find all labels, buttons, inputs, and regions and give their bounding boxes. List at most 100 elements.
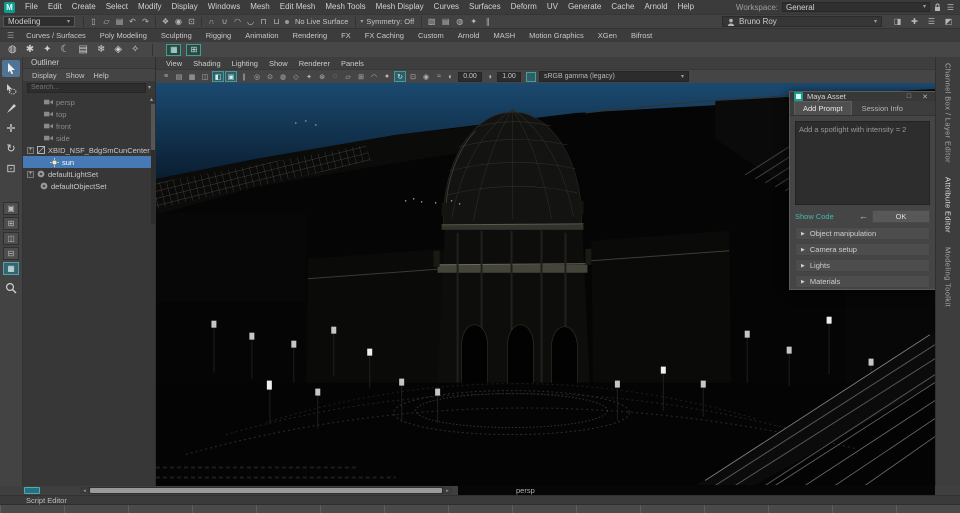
lasso-tool-button[interactable] [2, 80, 20, 97]
shelf-tab[interactable]: FX [334, 31, 358, 40]
shelf-menu-icon[interactable]: ☰ [2, 31, 19, 40]
paint-select-tool-button[interactable] [2, 100, 20, 117]
no-live-surface-button[interactable]: No Live Surface [292, 17, 351, 26]
signed-in-user-dropdown[interactable]: Bruno Roy ▾ [722, 16, 882, 27]
shelf-tab[interactable]: Sculpting [154, 31, 199, 40]
collapsible-section[interactable]: ▶ Lights [795, 259, 930, 272]
snap-icon[interactable]: ◠ [232, 16, 243, 27]
outliner-menu-item[interactable]: Help [89, 71, 112, 80]
viewport-toolbar-icon[interactable]: ◫ [199, 71, 211, 82]
search-input[interactable] [27, 83, 146, 93]
viewport-toolbar-icon[interactable]: ◧ [212, 71, 224, 82]
maximize-icon[interactable]: □ [903, 93, 915, 100]
selection-mask-icon[interactable]: ◉ [173, 16, 184, 27]
sidebar-toggle-icon[interactable]: ☰ [926, 16, 937, 27]
layout-shortcut-button[interactable]: ▦ [3, 262, 19, 275]
view-transform-dropdown[interactable]: sRGB gamma (legacy) ▾ [539, 71, 689, 82]
sidebar-toggle-icon[interactable]: ◩ [943, 16, 954, 27]
outliner-item-sun-selected[interactable]: sun [23, 156, 155, 168]
outliner-item-top[interactable]: top [23, 108, 155, 120]
menu-item[interactable]: Surfaces [464, 0, 506, 14]
viewport-toolbar-icon[interactable]: ● [381, 71, 393, 82]
render-icon[interactable]: ∥ [482, 16, 493, 27]
viewport-toolbar-icon[interactable]: ≡ [160, 71, 172, 82]
asset-window-titlebar[interactable]: Maya Asset □ ✕ [790, 92, 935, 101]
horizontal-scrollbar[interactable]: ◂ ▸ [80, 487, 452, 494]
viewport-toolbar-icon[interactable]: ▦ [186, 71, 198, 82]
outliner-item-default-object-set[interactable]: defaultObjectSet [23, 180, 155, 192]
menu-item[interactable]: Select [101, 0, 133, 14]
script-editor-bar[interactable]: Script Editor [0, 495, 960, 504]
viewport-menu-item[interactable]: View [161, 59, 187, 68]
back-arrow-icon[interactable]: ← [859, 212, 868, 221]
outliner-menu-item[interactable]: Display [28, 71, 61, 80]
viewport-toolbar-icon[interactable]: ⊞ [355, 71, 367, 82]
gamma-field[interactable]: 1.00 [497, 72, 521, 82]
selection-mask-icon[interactable]: ❖ [160, 16, 171, 27]
shelf-tab[interactable]: Animation [238, 31, 285, 40]
viewport-toolbar-icon[interactable]: ▱ [342, 71, 354, 82]
file-operation-icon[interactable]: ▤ [114, 16, 125, 27]
snap-icon[interactable]: ⊔ [271, 16, 282, 27]
rotate-tool-button[interactable]: ↻ [2, 140, 20, 157]
scrollbar-thumb[interactable] [90, 488, 442, 493]
menu-item[interactable]: Help [673, 0, 699, 14]
viewport-toolbar-icon[interactable]: ▣ [225, 71, 237, 82]
shelf-tool-icon[interactable]: ◍ [8, 44, 17, 55]
snap-icon[interactable]: ∪ [219, 16, 230, 27]
color-management-toggle-icon[interactable] [526, 72, 536, 82]
scroll-left-icon[interactable]: ◂ [80, 487, 89, 494]
menu-item[interactable]: UV [542, 0, 563, 14]
file-operation-icon[interactable]: ▱ [101, 16, 112, 27]
outliner-item-group[interactable]: + XBID_NSF_BdgSmCunCenter [23, 144, 155, 156]
viewport-menu-item[interactable]: Lighting [227, 59, 263, 68]
collapsible-section[interactable]: ▶ Materials [795, 275, 930, 288]
menu-item[interactable]: Cache [606, 0, 639, 14]
collapsible-section[interactable]: ▶ Camera setup [795, 243, 930, 256]
shelf-tab[interactable]: XGen [591, 31, 624, 40]
sidebar-toggle-icon[interactable]: ◨ [892, 16, 903, 27]
shelf-tab[interactable]: Arnold [451, 31, 487, 40]
viewport-toolbar-icon[interactable]: ✦ [303, 71, 315, 82]
script-editor-icon[interactable] [24, 487, 40, 494]
menu-item[interactable]: File [20, 0, 43, 14]
close-icon[interactable]: ✕ [919, 93, 931, 101]
viewport-menu-item[interactable]: Renderer [294, 59, 335, 68]
filter-caret-icon[interactable]: ▾ [148, 85, 151, 91]
shelf-tab[interactable]: MASH [486, 31, 522, 40]
layout-shortcut-button[interactable]: ▣ [3, 202, 19, 215]
expander-icon[interactable]: + [27, 171, 34, 178]
move-tool-button[interactable]: ✛ [2, 120, 20, 137]
menu-item[interactable]: Edit Mesh [275, 0, 321, 14]
exposure-icon[interactable]: ◐ [445, 71, 456, 82]
menu-item[interactable]: Edit [43, 0, 67, 14]
tab-session-info[interactable]: Session Info [854, 102, 911, 115]
menu-item[interactable]: Windows [203, 0, 245, 14]
ok-button[interactable]: OK [872, 210, 930, 223]
outliner-zoom-button[interactable] [5, 282, 17, 296]
viewport-toolbar-icon[interactable]: ◌ [329, 71, 341, 82]
viewport-menu-item[interactable]: Panels [336, 59, 369, 68]
shelf-tab[interactable]: Bifrost [624, 31, 659, 40]
exposure-field[interactable]: 0.00 [458, 72, 482, 82]
outliner-item-front[interactable]: front [23, 120, 155, 132]
selection-mask-icon[interactable]: ⊡ [186, 16, 197, 27]
render-icon[interactable]: ✦ [468, 16, 479, 27]
viewport-toolbar-icon[interactable]: ◎ [251, 71, 263, 82]
shelf-tab[interactable]: Motion Graphics [522, 31, 591, 40]
workspace-dropdown[interactable]: General ▾ [782, 2, 930, 12]
viewport-toolbar-icon[interactable]: ⊡ [407, 71, 419, 82]
layout-shortcut-button[interactable]: ⊞ [3, 217, 19, 230]
menu-item[interactable]: Arnold [639, 0, 672, 14]
collapsible-section[interactable]: ▶ Object manipulation [795, 227, 930, 240]
scroll-right-icon[interactable]: ▸ [443, 487, 452, 494]
shelf-tab[interactable]: Rigging [199, 31, 238, 40]
show-code-link[interactable]: Show Code [795, 212, 834, 221]
time-slider[interactable] [0, 504, 960, 513]
shelf-tab[interactable]: Rendering [286, 31, 335, 40]
snap-icon[interactable]: ⊓ [258, 16, 269, 27]
tab-add-prompt[interactable]: Add Prompt [794, 101, 852, 115]
gamma-icon[interactable]: ◑ [484, 71, 495, 82]
viewport-menu-item[interactable]: Show [264, 59, 293, 68]
shelf-tab[interactable]: Poly Modeling [93, 31, 154, 40]
